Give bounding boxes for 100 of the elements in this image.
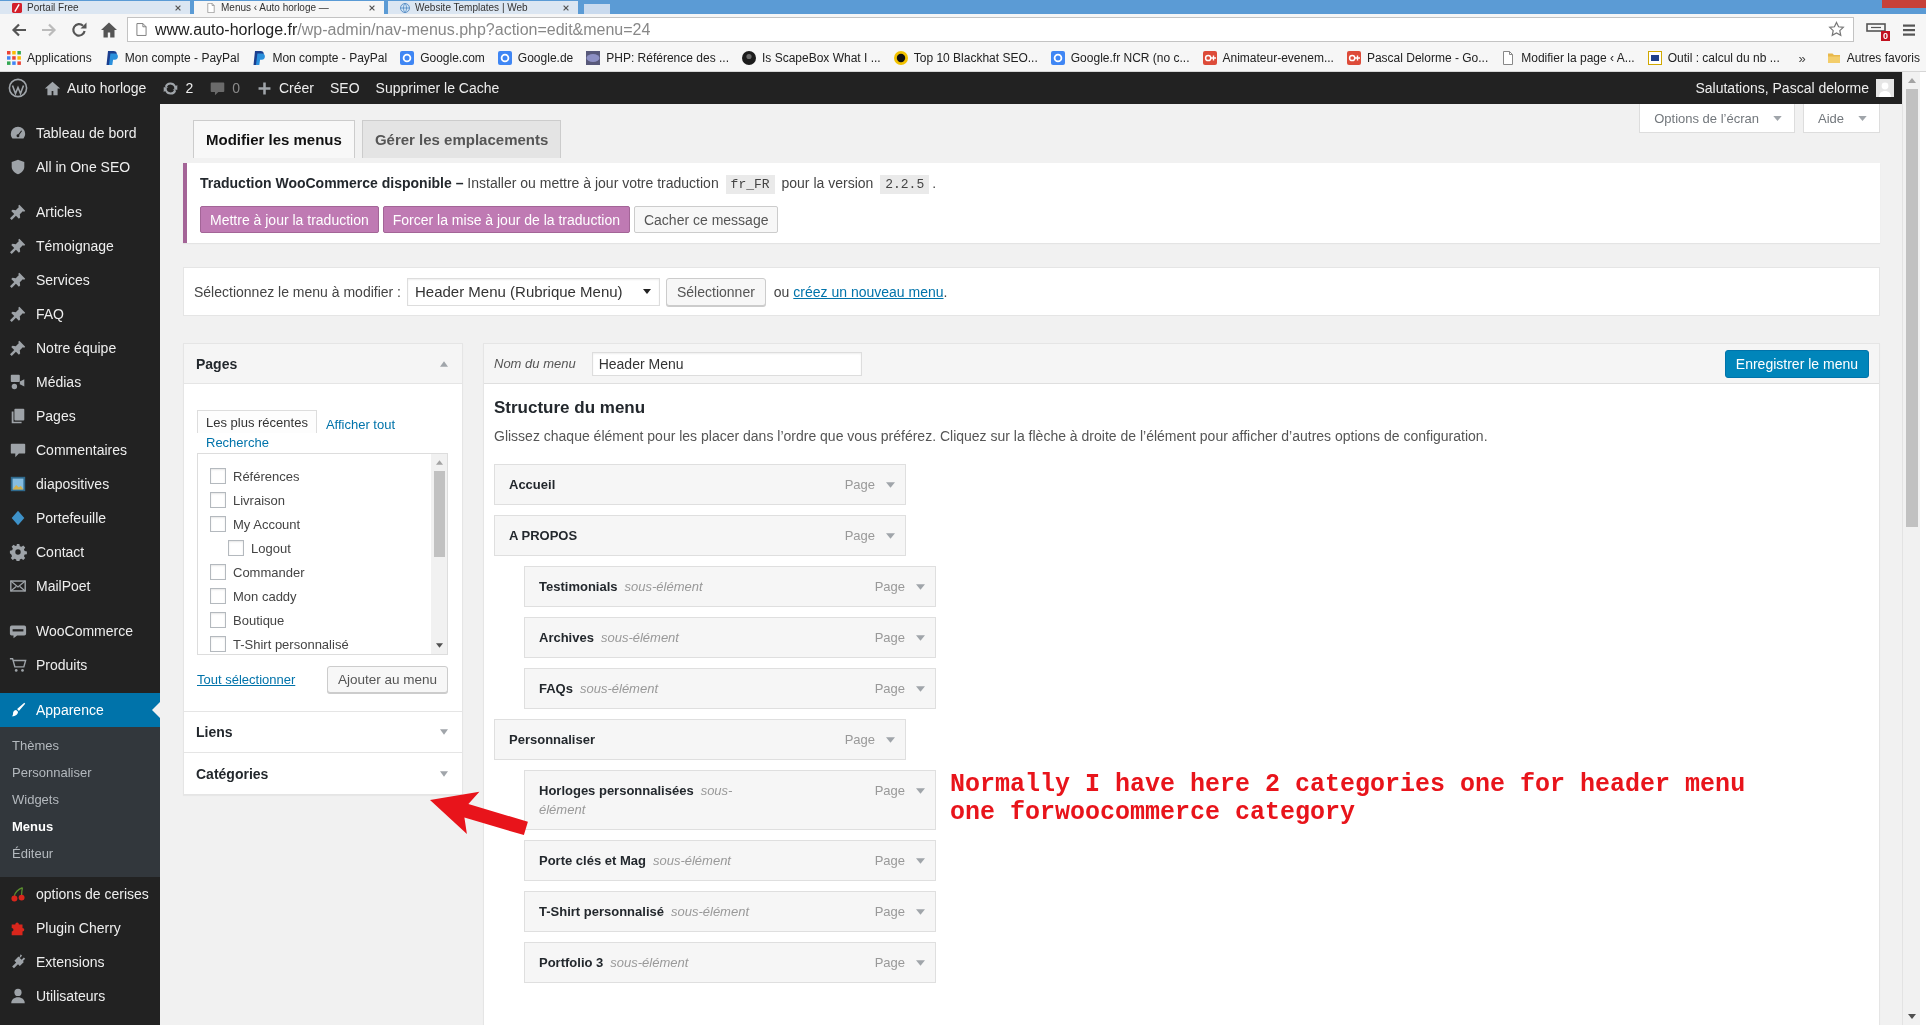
sidebar-item[interactable]: Utilisateurs — [0, 979, 160, 1013]
scroll-up-arrow-icon[interactable] — [1907, 78, 1916, 83]
admin-bar-item[interactable]: Auto horloge — [36, 72, 155, 104]
checkbox[interactable] — [210, 636, 226, 652]
submenu-item[interactable]: Widgets — [0, 786, 160, 813]
reload-icon[interactable] — [70, 20, 88, 39]
admin-bar-item[interactable]: 2 — [154, 72, 202, 104]
browser-tab[interactable]: Menus ‹ Auto horloge — — [194, 1, 384, 14]
sidebar-item[interactable]: MailPoet — [0, 569, 160, 603]
submenu-item[interactable]: Thèmes — [0, 732, 160, 759]
save-menu-button[interactable]: Enregistrer le menu — [1724, 349, 1869, 378]
menu-item-card[interactable]: FAQs sous-élément Page — [524, 668, 936, 709]
admin-bar-item[interactable]: Créer — [248, 72, 322, 104]
sidebar-item[interactable]: Portefeuille — [0, 501, 160, 535]
caret-icon[interactable] — [916, 584, 925, 590]
menu-item-card[interactable]: A PROPOS Page — [494, 515, 906, 556]
bookmark[interactable]: Mon compte - PayPal — [104, 51, 240, 65]
sidebar-item[interactable]: Apparence — [0, 693, 160, 727]
checkbox[interactable] — [210, 468, 226, 484]
checkbox[interactable] — [228, 540, 244, 556]
sidebar-item[interactable]: All in One SEO — [0, 150, 160, 184]
bookmark[interactable]: Is ScapeBox What I ... — [742, 51, 881, 65]
caret-icon[interactable] — [916, 858, 925, 864]
close-icon[interactable] — [562, 3, 570, 12]
caret-icon[interactable] — [886, 533, 895, 539]
bookmark[interactable]: PHP: Référence des ... — [586, 51, 729, 65]
menu-item-card[interactable]: T-Shirt personnalisé sous-élément Page — [524, 891, 936, 932]
sidebar-item[interactable]: Médias — [0, 365, 160, 399]
sidebar-item[interactable]: Témoignage — [0, 229, 160, 263]
sidebar-item[interactable]: Commentaires — [0, 433, 160, 467]
page-tab[interactable]: Modifier les menus — [193, 120, 355, 158]
menu-item-card[interactable]: Testimonials sous-élément Page — [524, 566, 936, 607]
scrollbar-thumb[interactable] — [433, 471, 445, 557]
bookmark[interactable]: Top 10 Blackhat SEO... — [893, 51, 1038, 65]
bookmark[interactable]: Pascal Delorme - Go... — [1346, 51, 1489, 65]
create-menu-link[interactable]: créez un nouveau menu — [793, 283, 944, 300]
bookmark[interactable]: Google.com — [400, 51, 485, 65]
bookmark[interactable]: Google.de — [497, 51, 574, 65]
menu-name-field[interactable]: Header Menu — [591, 351, 862, 376]
bookmark[interactable]: Google.fr NCR (no c... — [1050, 51, 1190, 65]
close-icon[interactable] — [174, 3, 182, 12]
bookmark-folder[interactable]: Autres favoris — [1826, 51, 1920, 65]
admin-bar-item[interactable]: SEO — [322, 72, 368, 104]
home-icon[interactable] — [100, 20, 118, 39]
page-scrollbar[interactable] — [1902, 72, 1920, 1025]
checkbox[interactable] — [210, 492, 226, 508]
caret-icon[interactable] — [916, 960, 925, 966]
caret-icon[interactable] — [916, 788, 925, 794]
panel-tab[interactable]: Les plus récentes — [197, 410, 317, 433]
sidebar-item[interactable]: Plugin Cherry — [0, 911, 160, 945]
menu-icon[interactable] — [1902, 22, 1916, 37]
browser-tab[interactable]: Website Templates | Web — [388, 1, 578, 14]
scroll-down-arrow-icon[interactable] — [1907, 1014, 1916, 1019]
sidebar-item[interactable]: diapositives — [0, 467, 160, 501]
menu-item-card[interactable]: Porte clés et Mag sous-élément Page — [524, 840, 936, 881]
sidebar-item[interactable]: Pages — [0, 399, 160, 433]
address-field[interactable]: www.auto-horloge.fr/wp-admin/nav-menus.php?action=edit&menu=24 — [127, 17, 1854, 42]
sidebar-item[interactable]: Notre équipe — [0, 331, 160, 365]
caret-icon[interactable] — [916, 909, 925, 915]
submenu-item[interactable]: Éditeur — [0, 840, 160, 867]
panel-tab[interactable]: Recherche — [197, 433, 278, 451]
notice-button[interactable]: Cacher ce message — [633, 206, 779, 233]
bookmark[interactable]: Animateur-evenem... — [1202, 51, 1334, 65]
checkbox[interactable] — [210, 612, 226, 628]
scroll-down-arrow-icon[interactable] — [435, 643, 443, 648]
page-tab[interactable]: Gérer les emplacements — [361, 120, 562, 158]
submenu-item[interactable]: Menus — [0, 813, 160, 840]
checkbox[interactable] — [210, 516, 226, 532]
star-icon[interactable] — [1828, 21, 1845, 38]
bookmark[interactable]: Applications — [7, 51, 92, 65]
caret-icon[interactable] — [916, 686, 925, 692]
bookmark[interactable]: Outil : calcul du nb ... — [1647, 51, 1780, 65]
checkbox[interactable] — [210, 564, 226, 580]
sidebar-item[interactable]: Contact — [0, 535, 160, 569]
menu-item-card[interactable]: Personnaliser Page — [494, 719, 906, 760]
add-to-menu-button[interactable]: Ajouter au menu — [326, 666, 448, 693]
sidebar-item[interactable]: Tableau de bord — [0, 116, 160, 150]
admin-bar-item[interactable]: Supprimer le Cache — [367, 72, 508, 104]
screen-meta-button[interactable]: Aide — [1802, 104, 1880, 133]
sidebar-item[interactable]: WooCommerce — [0, 614, 160, 648]
caret-icon[interactable] — [886, 737, 895, 743]
sidebar-item[interactable]: Produits — [0, 648, 160, 682]
close-icon[interactable] — [368, 3, 376, 12]
panel-tab[interactable]: Afficher tout — [316, 415, 405, 433]
sidebar-item[interactable]: Services — [0, 263, 160, 297]
submenu-item[interactable]: Personnaliser — [0, 759, 160, 786]
menu-dropdown[interactable]: Header Menu (Rubrique Menu) — [407, 277, 660, 306]
caret-icon[interactable] — [886, 482, 895, 488]
admin-bar-item[interactable]: 0 — [201, 72, 248, 104]
sidebar-item[interactable]: options de cerises — [0, 877, 160, 911]
sidebar-item[interactable]: Articles — [0, 195, 160, 229]
scroll-up-arrow-icon[interactable] — [435, 460, 443, 465]
checkbox[interactable] — [210, 588, 226, 604]
caret-icon[interactable] — [916, 635, 925, 641]
bookmark[interactable]: Mon compte - PayPal — [252, 51, 388, 65]
browser-tab[interactable]: Portail Free — [0, 1, 190, 14]
account-menu[interactable]: Salutations, Pascal delorme — [1695, 72, 1902, 104]
bookmark[interactable]: Modifier la page ‹ A... — [1501, 51, 1635, 65]
menu-item-card[interactable]: Portfolio 3 sous-élément Page — [524, 942, 936, 983]
scrollbar-thumb[interactable] — [1905, 89, 1918, 527]
